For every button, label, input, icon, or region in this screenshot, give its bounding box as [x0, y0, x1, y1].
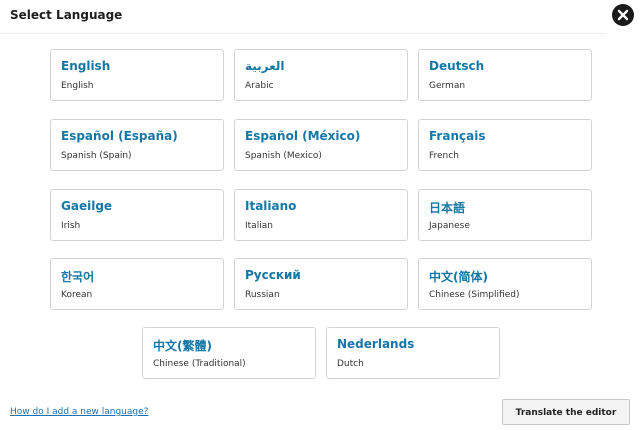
language-card-spanish-spain[interactable]: Español (España) Spanish (Spain) [50, 119, 224, 171]
language-english-name: English [61, 81, 94, 91]
language-native-name: Gaeilge [61, 199, 113, 213]
language-card-german[interactable]: Deutsch German [418, 49, 592, 101]
language-card-spanish-mexico[interactable]: Español (México) Spanish (Mexico) [234, 119, 408, 171]
language-native-name: Deutsch [429, 59, 485, 73]
add-language-help-link[interactable]: How do I add a new language? [10, 407, 148, 417]
language-english-name: Dutch [337, 359, 364, 369]
translate-editor-button[interactable]: Translate the editor [502, 399, 630, 425]
language-card-japanese[interactable]: 日本語 Japanese [418, 189, 592, 241]
language-native-name: 中文(简体) [429, 270, 488, 284]
language-card-english[interactable]: English English [50, 49, 224, 101]
language-english-name: French [429, 151, 459, 161]
language-english-name: Spanish (Mexico) [245, 151, 322, 161]
language-english-name: Chinese (Simplified) [429, 290, 520, 300]
language-english-name: Russian [245, 290, 280, 300]
language-native-name: 中文(繁體) [153, 339, 212, 353]
language-card-arabic[interactable]: العربية Arabic [234, 49, 408, 101]
language-native-name: Nederlands [337, 337, 415, 351]
language-card-korean[interactable]: 한국어 Korean [50, 258, 224, 310]
language-english-name: German [429, 81, 466, 91]
language-native-name: Русский [245, 268, 301, 282]
language-native-name: العربية [245, 59, 285, 73]
language-native-name: 日本語 [429, 201, 466, 215]
language-card-irish[interactable]: Gaeilge Irish [50, 189, 224, 241]
language-card-chinese-traditional[interactable]: 中文(繁體) Chinese (Traditional) [142, 327, 316, 379]
language-native-name: Italiano [245, 199, 297, 213]
language-english-name: Korean [61, 290, 93, 300]
language-card-italian[interactable]: Italiano Italian [234, 189, 408, 241]
language-card-dutch[interactable]: Nederlands Dutch [326, 327, 500, 379]
language-native-name: English [61, 59, 111, 73]
language-native-name: 한국어 [61, 270, 95, 284]
language-english-name: Japanese [429, 221, 470, 231]
language-card-chinese-simplified[interactable]: 中文(简体) Chinese (Simplified) [418, 258, 592, 310]
language-english-name: Irish [61, 221, 81, 231]
language-english-name: Spanish (Spain) [61, 151, 132, 161]
select-language-dialog: Select Language English English العربية … [0, 0, 640, 430]
language-native-name: Français [429, 129, 486, 143]
language-native-name: Español (España) [61, 129, 178, 143]
language-card-russian[interactable]: Русский Russian [234, 258, 408, 310]
language-english-name: Chinese (Traditional) [153, 359, 246, 369]
language-native-name: Español (México) [245, 129, 361, 143]
language-english-name: Italian [245, 221, 273, 231]
language-grid: English English العربية Arabic Deutsch G… [0, 0, 640, 400]
language-english-name: Arabic [245, 81, 274, 91]
language-card-french[interactable]: Français French [418, 119, 592, 171]
